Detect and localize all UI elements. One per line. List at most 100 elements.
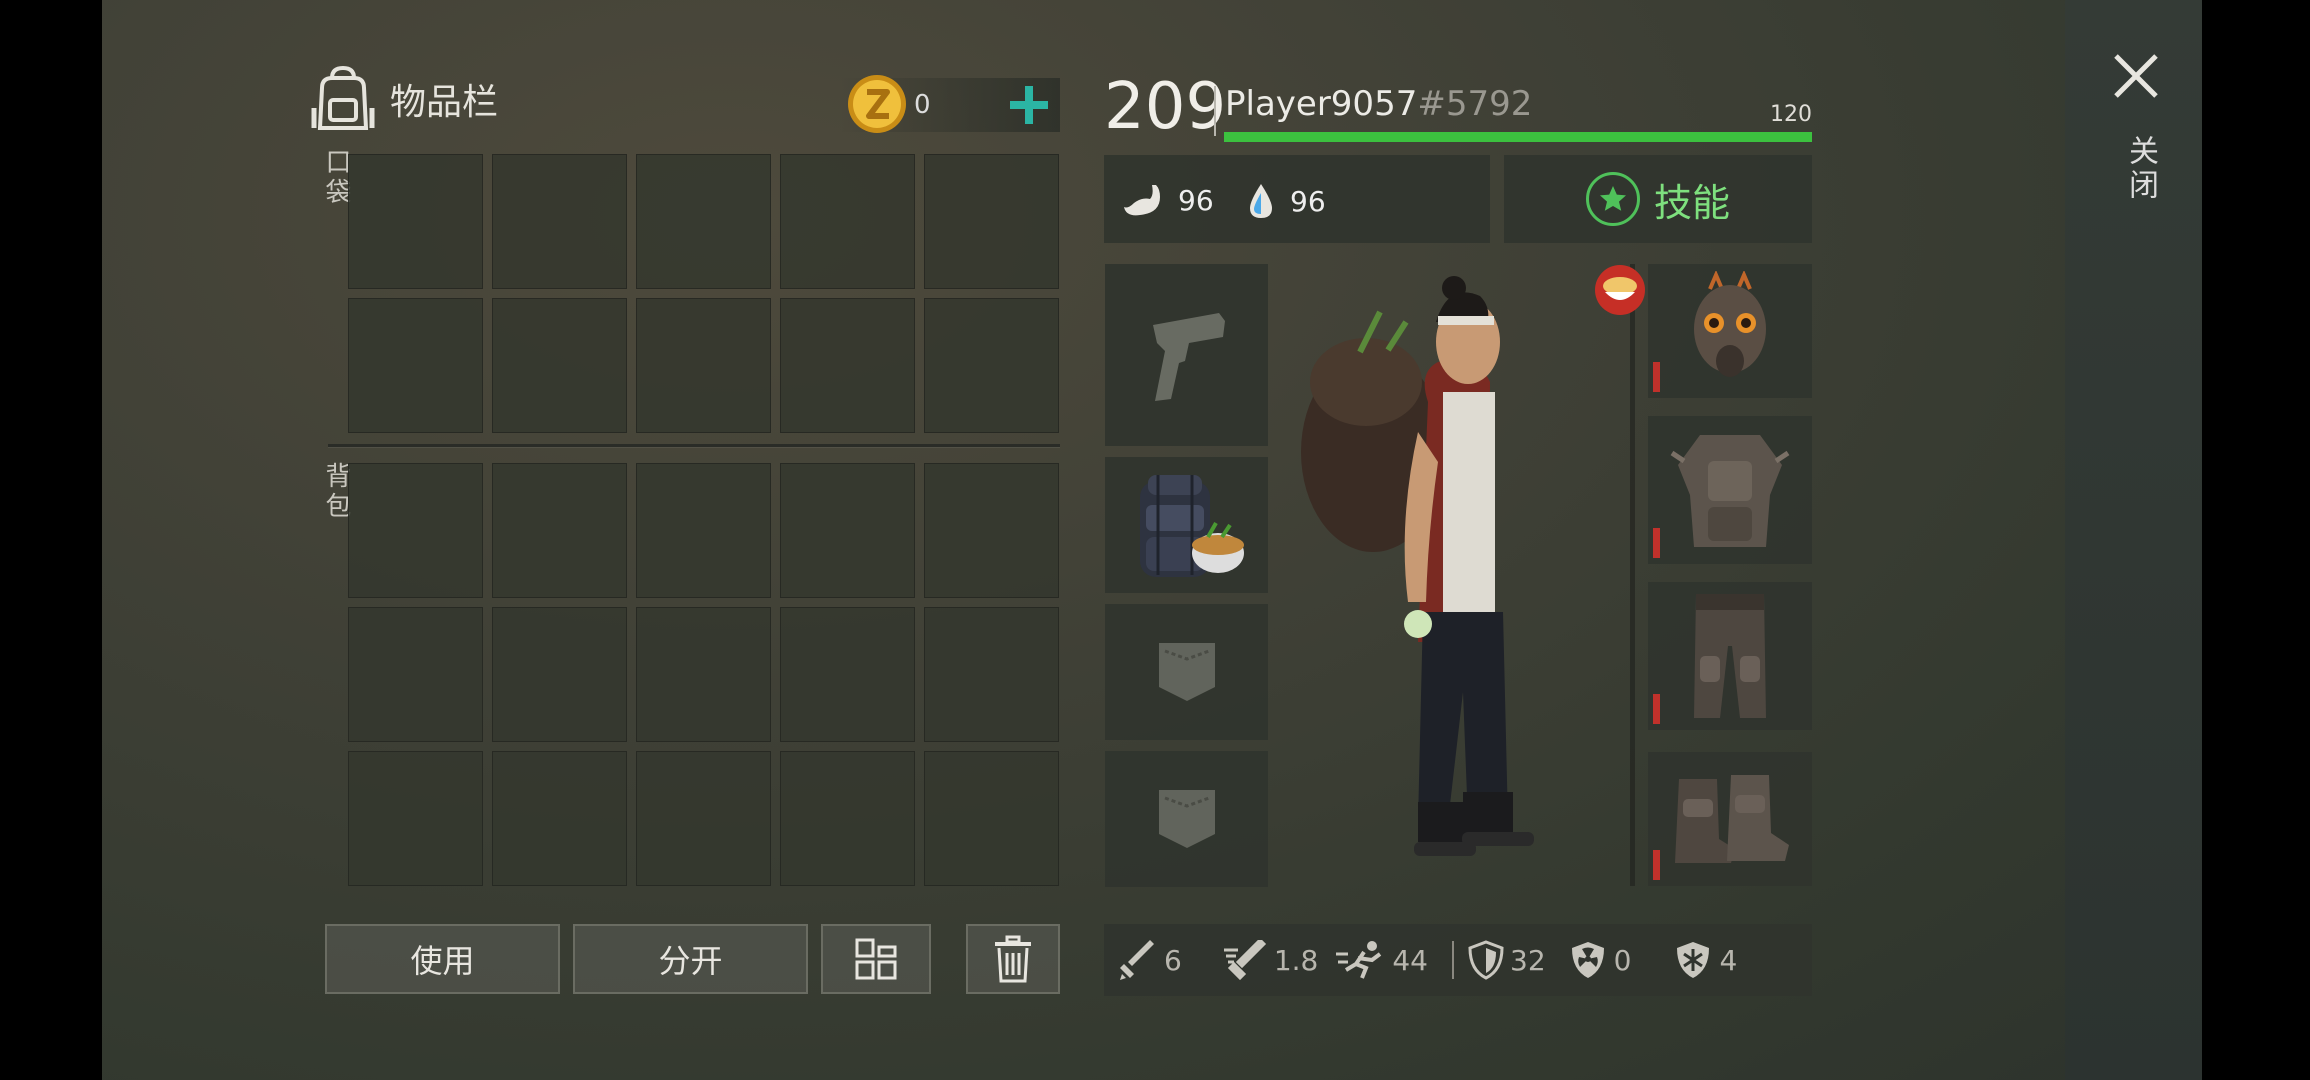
radiation-value: 0	[1613, 943, 1632, 977]
armor-value: 32	[1510, 943, 1546, 977]
radiation-icon	[1571, 942, 1604, 978]
durability-bar	[1653, 850, 1660, 880]
character-model	[1301, 276, 1534, 856]
xp-bar-fill	[1224, 132, 1812, 142]
coin-count: 0	[914, 90, 931, 120]
player-tag: #5792	[1417, 84, 1533, 124]
close-icon[interactable]	[2110, 50, 2162, 102]
running-icon	[1336, 941, 1382, 979]
inventory-slot[interactable]	[924, 751, 1059, 886]
attack-speed-stat: 1.8	[1223, 940, 1319, 980]
inventory-slot[interactable]	[348, 607, 483, 742]
trash-button[interactable]	[966, 924, 1060, 994]
inventory-slot[interactable]	[924, 607, 1059, 742]
damage-stat: 6	[1118, 940, 1182, 980]
inventory-slot[interactable]	[924, 154, 1059, 289]
food-value: 96	[1178, 183, 1214, 217]
inventory-slot[interactable]	[492, 751, 627, 886]
backpack-slot[interactable]	[1105, 457, 1268, 593]
pocket-slot[interactable]	[1105, 604, 1268, 740]
water-drop-icon	[1250, 184, 1272, 218]
pants-slot[interactable]	[1648, 582, 1812, 730]
radiation-stat: 0	[1568, 940, 1632, 980]
inventory-slot[interactable]	[636, 298, 771, 433]
inventory-slot[interactable]	[492, 298, 627, 433]
gas-mask-icon	[1694, 271, 1766, 377]
armored-pants-icon	[1694, 594, 1766, 718]
use-button[interactable]: 使用	[325, 924, 560, 994]
boots-icon	[1675, 775, 1789, 863]
weapon-slot[interactable]	[1105, 264, 1268, 446]
inventory-slot[interactable]	[348, 463, 483, 598]
stat-separator	[1452, 941, 1454, 979]
inventory-title: 物品栏	[390, 82, 499, 123]
water-stat: 96	[1246, 181, 1326, 221]
inventory-slot[interactable]	[780, 298, 915, 433]
helmet-slot[interactable]	[1648, 264, 1812, 398]
inventory-slot[interactable]	[780, 751, 915, 886]
inventory-slot[interactable]	[924, 463, 1059, 598]
inventory-slot[interactable]	[348, 751, 483, 886]
combat-stats-bar: 6 1.8 44 32 0 4	[1104, 924, 1812, 996]
player-name-text: Player9057	[1225, 84, 1418, 124]
damage-value: 6	[1164, 943, 1182, 977]
inventory-slot[interactable]	[780, 463, 915, 598]
sort-button[interactable]	[821, 924, 931, 994]
move-speed-value: 44	[1392, 943, 1428, 977]
armor-stat: 32	[1468, 940, 1546, 980]
plus-icon[interactable]	[1002, 78, 1056, 132]
boots-slot[interactable]	[1648, 752, 1812, 886]
coin-icon	[848, 75, 906, 133]
split-button[interactable]: 分开	[573, 924, 808, 994]
durability-bar	[1653, 528, 1660, 558]
pocket-slot[interactable]	[1105, 751, 1268, 887]
inventory-slot[interactable]	[636, 154, 771, 289]
name-separator	[1214, 86, 1216, 136]
backpack-icon	[311, 65, 375, 130]
inventory-slot[interactable]	[924, 298, 1059, 433]
sort-grid-icon	[855, 938, 897, 980]
backpack-item-icon	[1139, 475, 1244, 577]
snowflake-icon	[1677, 942, 1710, 978]
move-speed-stat: 44	[1336, 940, 1428, 980]
sword-icon	[1120, 940, 1154, 980]
pocket-icon	[1158, 643, 1215, 701]
star-icon	[1585, 172, 1640, 226]
player-name: Player9057#5792	[1225, 84, 1532, 124]
close-label[interactable]: 关闭	[2118, 135, 2162, 203]
body-armor-icon	[1670, 435, 1790, 547]
status-panel: 96 96	[1104, 155, 1490, 243]
pocket-icon	[1158, 790, 1215, 848]
inventory-slot[interactable]	[636, 751, 771, 886]
xp-bar	[1224, 132, 1812, 142]
inventory-slot[interactable]	[348, 154, 483, 289]
skills-label: 技能	[1653, 180, 1730, 225]
inventory-slot[interactable]	[636, 463, 771, 598]
stomach-icon	[1124, 185, 1160, 216]
cold-value: 4	[1719, 943, 1738, 977]
inventory-slot[interactable]	[492, 463, 627, 598]
section-divider	[328, 444, 1060, 447]
inventory-slot[interactable]	[636, 607, 771, 742]
cold-stat: 4	[1673, 940, 1737, 980]
pocket-grid	[348, 154, 1059, 433]
inventory-slot[interactable]	[492, 154, 627, 289]
shield-icon	[1468, 940, 1504, 980]
column-divider	[1630, 264, 1635, 886]
skills-button[interactable]: 技能	[1504, 155, 1812, 243]
food-stat: 96	[1122, 181, 1214, 219]
body-armor-slot[interactable]	[1648, 416, 1812, 564]
inventory-slot[interactable]	[780, 607, 915, 742]
inventory-slot[interactable]	[780, 154, 915, 289]
water-value: 96	[1290, 184, 1326, 218]
noodle-bowl-icon	[1595, 265, 1645, 315]
durability-bar	[1653, 362, 1660, 392]
sword-speed-icon	[1223, 940, 1266, 980]
xp-value: 120	[1770, 102, 1812, 127]
trash-icon	[995, 935, 1031, 983]
attack-speed-value: 1.8	[1273, 943, 1319, 977]
inventory-slot[interactable]	[348, 298, 483, 433]
inventory-header: 物品栏	[310, 64, 498, 134]
inventory-slot[interactable]	[492, 607, 627, 742]
player-level: 209	[1104, 70, 1227, 144]
